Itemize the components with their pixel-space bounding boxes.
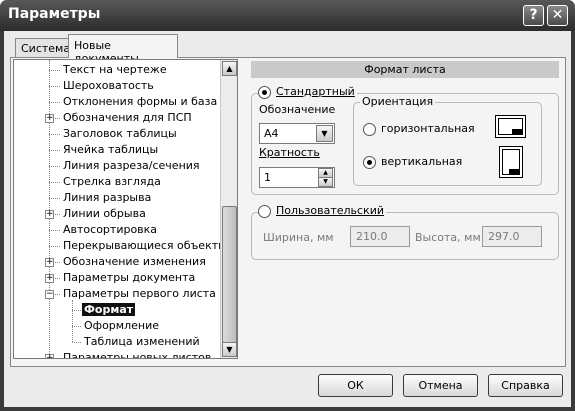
window-title: Параметры: [8, 6, 101, 22]
tree-item[interactable]: + Обозначения для ПСП: [14, 110, 219, 126]
standard-option[interactable]: Стандартный: [258, 85, 357, 101]
tree-connector-line: [72, 300, 73, 342]
tree-item-label: Обозначения для ПСП: [63, 111, 192, 124]
tree-item-label: Параметры документа: [63, 271, 196, 284]
designation-select[interactable]: A4 ▼: [259, 123, 335, 144]
parameters-dialog: Параметры ? ✕ Система Новые документы Те…: [0, 0, 575, 411]
help-button[interactable]: Справка: [488, 374, 563, 397]
tree-item-label: Линия разрыва: [63, 191, 152, 204]
height-label: Высота, мм: [413, 231, 483, 244]
tree-item-label: Стрелка взгляда: [63, 175, 161, 188]
designation-label: Обозначение: [257, 103, 338, 116]
tree-item[interactable]: + Линии обрыва: [14, 206, 219, 222]
tree-item-label: Линия разреза/сечения: [63, 159, 200, 172]
tab-system[interactable]: Система: [15, 38, 70, 58]
section-title: Формат листа: [251, 61, 559, 78]
tree-connector-line: [49, 230, 60, 231]
cancel-button[interactable]: Отмена: [403, 374, 478, 397]
tree-item[interactable]: Линия разрыва: [14, 190, 219, 206]
tree-subitem[interactable]: Формат: [14, 302, 219, 318]
multiplicity-stepper[interactable]: 1 ▲ ▼: [259, 167, 335, 188]
expand-icon[interactable]: +: [45, 354, 54, 358]
custom-radio[interactable]: [258, 205, 271, 218]
collapse-icon[interactable]: −: [45, 290, 54, 299]
landscape-sheet-icon: [495, 115, 526, 138]
tree-item-label: Параметры новых листов: [63, 351, 212, 359]
expand-icon[interactable]: +: [45, 258, 54, 267]
tab-new-documents[interactable]: Новые документы: [68, 34, 178, 65]
portrait-radio[interactable]: [363, 156, 376, 169]
tree-connector-line: [49, 198, 60, 199]
tree-item[interactable]: − Параметры первого листа: [14, 286, 219, 302]
tree-connector-line: [72, 310, 81, 311]
tree-connector-line: [49, 134, 60, 135]
tree-connector-line: [72, 342, 81, 343]
tree-item-label: Линии обрыва: [63, 207, 146, 220]
ok-button[interactable]: ОК: [318, 374, 393, 397]
multiplicity-label: Кратность: [257, 146, 322, 159]
orientation-title: Ориентация: [360, 95, 436, 108]
tree-item-label: Текст на чертеже: [63, 63, 167, 76]
tree-item[interactable]: Шероховатость: [14, 78, 219, 94]
tree-item[interactable]: Автосортировка: [14, 222, 219, 238]
dialog-body: Система Новые документы Текст на чертеже…: [4, 31, 571, 407]
tree-item-label: Шероховатость: [63, 79, 154, 92]
help-icon[interactable]: ?: [523, 5, 544, 26]
tree-subitem[interactable]: Таблица изменений: [14, 334, 219, 350]
landscape-option[interactable]: горизонтальная: [363, 122, 477, 138]
expand-icon[interactable]: +: [45, 114, 54, 123]
tree-item[interactable]: Линия разреза/сечения: [14, 158, 219, 174]
tree-item[interactable]: Ячейка таблицы: [14, 142, 219, 158]
portrait-option[interactable]: вертикальная: [363, 155, 465, 171]
width-label: Ширина, мм: [261, 231, 336, 244]
tree-item-label: Отклонения формы и база: [63, 95, 218, 108]
tree-connector-line: [49, 246, 60, 247]
landscape-radio[interactable]: [363, 123, 376, 136]
tree-item[interactable]: + Обозначение изменения: [14, 254, 219, 270]
custom-option[interactable]: Пользовательский: [258, 204, 386, 220]
tree-item-label: Таблица изменений: [84, 335, 200, 348]
tree-connector-line: [72, 326, 81, 327]
tree-item-label: Автосортировка: [63, 223, 158, 236]
tree-connector-line: [49, 86, 60, 87]
scroll-thumb[interactable]: [222, 206, 237, 343]
tree-connector-line: [49, 166, 60, 167]
tree-item-label: Формат: [82, 303, 136, 316]
settings-tree[interactable]: Текст на чертеже Шероховатость Отклонения …: [13, 59, 238, 359]
tree-connector-line: [49, 70, 60, 71]
tree-connector-line: [49, 358, 60, 359]
scroll-up-icon[interactable]: ▲: [222, 61, 237, 76]
tree-item-label: Оформление: [84, 319, 159, 332]
standard-radio[interactable]: [258, 86, 271, 99]
tree-item[interactable]: Отклонения формы и база: [14, 94, 219, 110]
title-bar[interactable]: Параметры ? ✕: [0, 0, 575, 31]
expand-icon[interactable]: +: [45, 274, 54, 283]
chevron-down-icon[interactable]: ▼: [316, 125, 333, 142]
tree-item-label: Заголовок таблицы: [63, 127, 177, 140]
tree-item-label: Обозначение изменения: [63, 255, 206, 268]
tree-item[interactable]: Заголовок таблицы: [14, 126, 219, 142]
tree-item-label: Перекрывающиеся объекты: [63, 239, 227, 252]
tree-item[interactable]: Перекрывающиеся объекты: [14, 238, 227, 254]
tree-item-label: Ячейка таблицы: [63, 143, 159, 156]
tree-connector-line: [49, 150, 60, 151]
close-icon[interactable]: ✕: [547, 5, 568, 26]
tree-item[interactable]: Текст на чертеже: [14, 62, 219, 78]
tree-connector-line: [49, 182, 60, 183]
tree-connector-line: [49, 102, 60, 103]
portrait-sheet-icon: [499, 146, 523, 178]
height-field[interactable]: 297.0: [482, 226, 542, 247]
tree-item-label: Параметры первого листа: [63, 287, 216, 300]
tree-item[interactable]: + Параметры новых листов: [14, 350, 219, 359]
expand-icon[interactable]: +: [45, 210, 54, 219]
scroll-down-icon[interactable]: ▼: [222, 342, 237, 357]
width-field[interactable]: 210.0: [350, 226, 410, 247]
tree-scrollbar[interactable]: ▲ ▼: [220, 60, 237, 358]
tree-item[interactable]: Стрелка взгляда: [14, 174, 219, 190]
tree-subitem[interactable]: Оформление: [14, 318, 219, 334]
spin-down-icon[interactable]: ▼: [318, 177, 333, 187]
tree-item[interactable]: + Параметры документа: [14, 270, 219, 286]
